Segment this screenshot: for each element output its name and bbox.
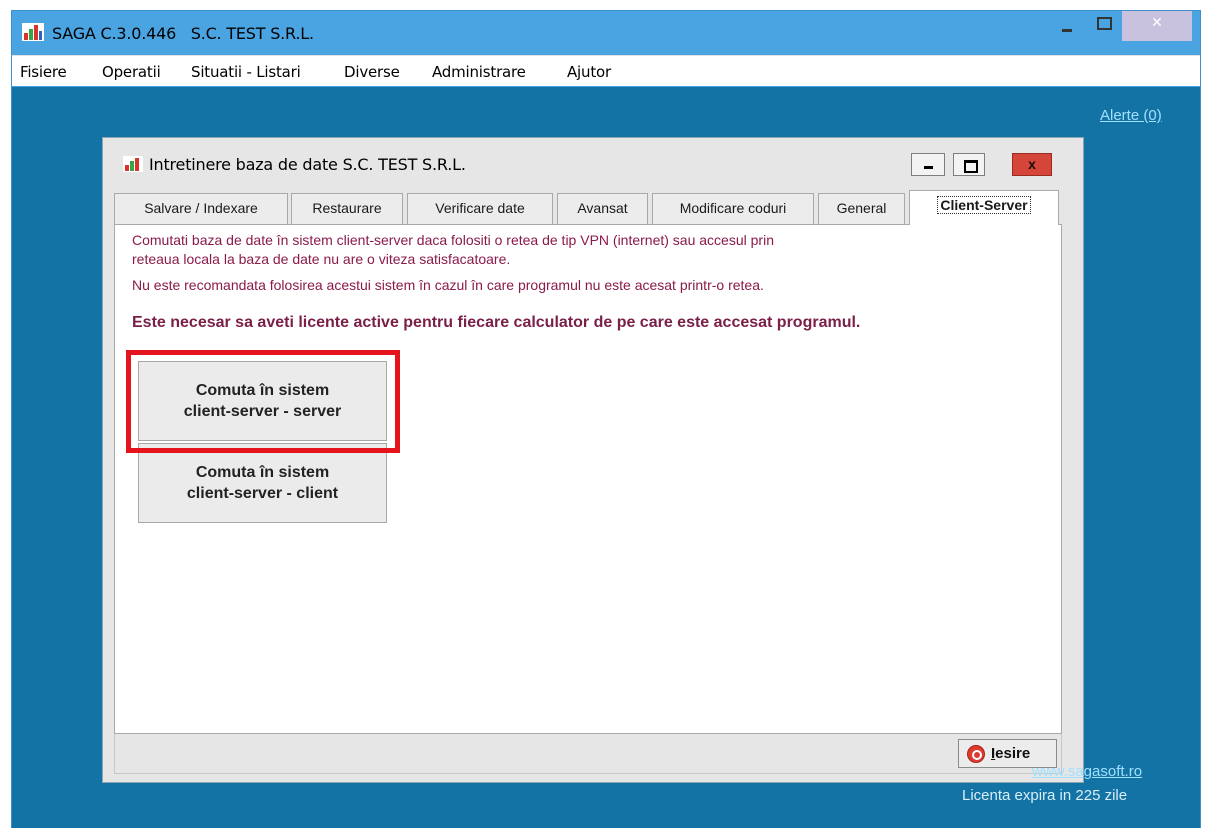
menu-bar: Fisiere Operatii Situatii - Listari Dive… [12, 55, 1200, 86]
close-button[interactable]: ✕ [1122, 11, 1192, 41]
close-icon: x [1028, 156, 1036, 172]
menu-ajutor[interactable]: Ajutor [567, 63, 611, 81]
menu-fisiere[interactable]: Fisiere [20, 63, 67, 81]
info-line-2: reteaua locala la baza de date nu are o … [132, 251, 511, 267]
dialog-maximize-button[interactable] [953, 153, 985, 176]
tab-avansat[interactable]: Avansat [557, 193, 648, 224]
dialog-title-bar[interactable]: Intretinere baza de date S.C. TEST S.R.L… [103, 138, 1083, 183]
menu-administrare[interactable]: Administrare [432, 63, 526, 81]
tab-salvare-indexare[interactable]: Salvare / Indexare [114, 193, 288, 224]
license-warning: Este necesar sa aveti licente active pen… [132, 314, 861, 331]
switch-to-client-button[interactable]: Comuta în sistem client-server - client [138, 443, 387, 523]
alerts-link[interactable]: Alerte (0) [1100, 107, 1162, 124]
main-window: SAGA C.3.0.446 S.C. TEST S.R.L. ✕ Fisier… [11, 10, 1201, 828]
license-status: Licenta expira in 225 zile [962, 787, 1128, 804]
tab-verificare-date[interactable]: Verificare date [407, 193, 553, 224]
tab-label: Salvare / Indexare [144, 200, 258, 216]
website-link[interactable]: www.sagasoft.ro [1032, 763, 1142, 780]
tab-general[interactable]: General [818, 193, 905, 224]
menu-situatii-listari[interactable]: Situatii - Listari [191, 63, 301, 81]
dialog-app-icon [123, 156, 143, 172]
server-button-label: Comuta în sistem client-server - server [183, 382, 342, 420]
minimize-button[interactable] [1050, 11, 1084, 41]
tab-modificare-coduri[interactable]: Modificare coduri [652, 193, 814, 224]
app-logo-icon [22, 23, 44, 41]
tab-label: Restaurare [312, 200, 382, 216]
tab-client-server[interactable]: Client-Server [909, 190, 1059, 225]
close-icon: ✕ [1151, 14, 1163, 30]
window-title: SAGA C.3.0.446 S.C. TEST S.R.L. [52, 24, 314, 43]
client-button-label: Comuta în sistem client-server - client [186, 464, 339, 502]
client-server-panel: Comutati baza de date în sistem client-s… [114, 224, 1062, 734]
power-icon [967, 745, 985, 763]
title-bar[interactable]: SAGA C.3.0.446 S.C. TEST S.R.L. ✕ [12, 11, 1200, 55]
info-line-1: Comutati baza de date în sistem client-s… [132, 232, 774, 248]
maximize-button[interactable] [1086, 11, 1120, 41]
dialog-close-button[interactable]: x [1012, 153, 1052, 176]
dialog-title: Intretinere baza de date S.C. TEST S.R.L… [149, 155, 466, 174]
tab-label: Verificare date [435, 200, 525, 216]
tab-label: General [836, 200, 887, 216]
menu-operatii[interactable]: Operatii [102, 63, 161, 81]
exit-button-label: Iesire [991, 745, 1031, 762]
tab-label: Modificare coduri [679, 200, 787, 216]
tab-restaurare[interactable]: Restaurare [291, 193, 403, 224]
workspace: Alerte (0) Intretinere baza de date S.C.… [12, 87, 1200, 828]
menu-diverse[interactable]: Diverse [344, 63, 400, 81]
switch-to-server-button[interactable]: Comuta în sistem client-server - server [138, 361, 387, 441]
tab-label: Client-Server [937, 196, 1031, 214]
dialog-minimize-button[interactable] [911, 153, 945, 176]
tab-label: Avansat [577, 200, 628, 216]
maintenance-dialog: Intretinere baza de date S.C. TEST S.R.L… [102, 137, 1084, 783]
info-line-3: Nu este recomandata folosirea acestui si… [132, 277, 764, 293]
dialog-footer: Iesire [114, 734, 1062, 774]
